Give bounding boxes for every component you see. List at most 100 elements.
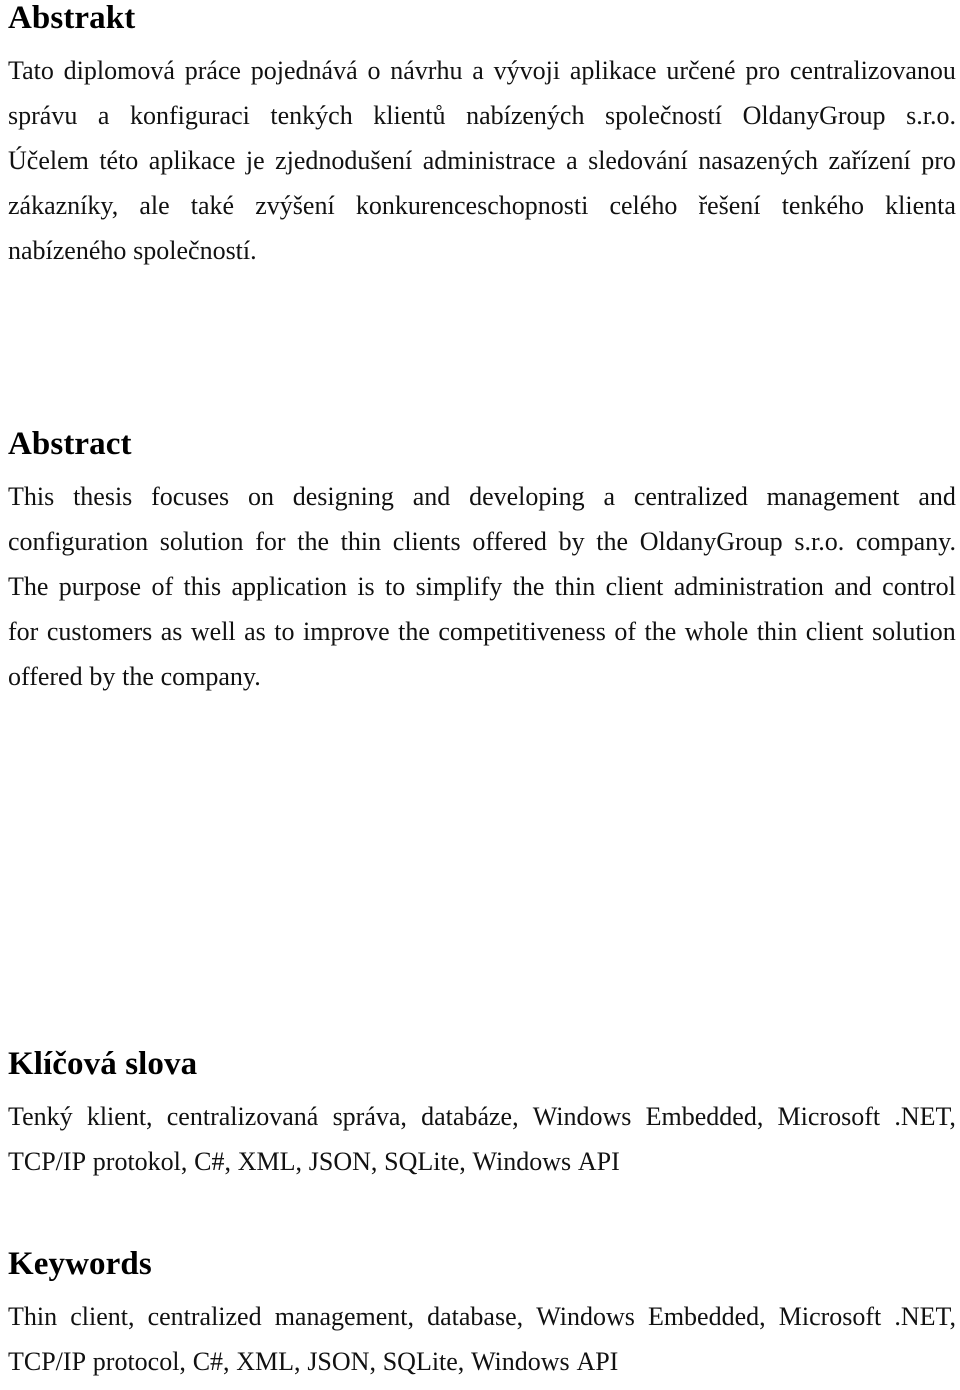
text-word: XML, bbox=[237, 1147, 303, 1176]
text-word: thesis bbox=[73, 482, 133, 511]
text-word: klient, bbox=[86, 1102, 153, 1131]
text-word: o bbox=[367, 56, 381, 85]
keywords-line: Thin client, centralized management, databas… bbox=[8, 1294, 956, 1339]
text-word: to bbox=[385, 572, 406, 601]
text-word: and bbox=[834, 572, 872, 601]
text-word: thin bbox=[340, 527, 382, 556]
text-word: the bbox=[297, 527, 329, 556]
text-word: správu bbox=[8, 101, 78, 130]
klicova-slova-heading: Klíčová slova bbox=[8, 1046, 198, 1082]
text-word: řešení bbox=[698, 191, 761, 220]
text-word: well bbox=[190, 617, 236, 646]
text-word: této bbox=[99, 146, 139, 175]
text-word: .NET, bbox=[894, 1302, 956, 1331]
keywords-list: Thin client, centralized management, databas… bbox=[8, 1294, 956, 1384]
text-word: of bbox=[151, 572, 174, 601]
text-word: and bbox=[918, 482, 956, 511]
text-word: aplikace bbox=[148, 146, 236, 175]
text-word: OldanyGroup bbox=[742, 101, 886, 130]
text-word: the bbox=[398, 617, 430, 646]
klicova-slova-line: Tenký klient, centralizovaná správa, databáz… bbox=[8, 1094, 956, 1139]
abstract-paragraph: This thesis focuses on designing and developin… bbox=[8, 474, 956, 699]
abstrakt-heading: Abstrakt bbox=[8, 0, 136, 36]
text-word: client bbox=[805, 617, 864, 646]
text-word: Windows bbox=[532, 1102, 632, 1131]
text-word: nabízeného bbox=[8, 236, 127, 265]
text-word: JSON, bbox=[308, 1147, 378, 1176]
keywords-heading: Keywords bbox=[8, 1246, 152, 1282]
text-word: nasazených bbox=[698, 146, 819, 175]
text-word: zařízení bbox=[828, 146, 911, 175]
abstract-heading: Abstract bbox=[8, 426, 132, 462]
text-word: společností. bbox=[133, 236, 257, 265]
text-word: database, bbox=[427, 1302, 524, 1331]
text-word: celého bbox=[609, 191, 678, 220]
text-word: určené bbox=[666, 56, 736, 85]
text-word: designing bbox=[292, 482, 394, 511]
text-word: for bbox=[8, 617, 39, 646]
text-word: a bbox=[472, 56, 484, 85]
text-word: Účelem bbox=[8, 146, 89, 175]
text-word: a bbox=[603, 482, 615, 511]
text-word: OldanyGroup bbox=[639, 527, 783, 556]
text-word: návrhu bbox=[390, 56, 463, 85]
text-word: management bbox=[766, 482, 900, 511]
text-word: application bbox=[231, 572, 347, 601]
text-word: the bbox=[122, 662, 154, 691]
text-word: focuses bbox=[151, 482, 230, 511]
text-word: zákazníky, bbox=[8, 191, 119, 220]
text-word: administrace bbox=[422, 146, 556, 175]
text-word: whole bbox=[684, 617, 749, 646]
text-word: Embedded, bbox=[645, 1102, 764, 1131]
text-word: by bbox=[89, 662, 116, 691]
text-word: customers bbox=[46, 617, 153, 646]
abstract-line: The purpose of this application is to simplify t… bbox=[8, 564, 956, 609]
text-word: ale bbox=[139, 191, 170, 220]
text-word: to bbox=[274, 617, 295, 646]
text-word: Tato bbox=[8, 56, 54, 85]
text-word: Windows bbox=[472, 1147, 572, 1176]
text-word: client, bbox=[70, 1302, 135, 1331]
abstract-line: offered by the company. bbox=[8, 654, 956, 699]
text-word: Windows bbox=[471, 1347, 570, 1376]
text-word: vývoji bbox=[493, 56, 561, 85]
text-word: C#, bbox=[194, 1147, 231, 1176]
text-word: a bbox=[97, 101, 110, 130]
text-word: .NET, bbox=[894, 1102, 956, 1131]
text-word: Thin bbox=[8, 1302, 58, 1331]
text-word: API bbox=[576, 1347, 619, 1376]
text-word: Tenký bbox=[8, 1102, 73, 1131]
text-word: tenkého bbox=[781, 191, 864, 220]
text-word: také bbox=[190, 191, 235, 220]
text-word: pojednává bbox=[250, 56, 358, 85]
abstract-line: This thesis focuses on designing and developin… bbox=[8, 474, 956, 519]
text-word: the bbox=[596, 527, 629, 556]
abstract-line: configuration solution for the thin clients of… bbox=[8, 519, 956, 564]
text-word: XML, bbox=[236, 1347, 301, 1376]
text-word: management, bbox=[274, 1302, 415, 1331]
text-word: tenkých bbox=[270, 101, 353, 130]
text-word: configuration bbox=[8, 527, 149, 556]
text-word: centralized bbox=[633, 482, 748, 511]
text-word: C#, bbox=[192, 1347, 230, 1376]
text-word: purpose bbox=[58, 572, 142, 601]
text-word: Microsoft bbox=[777, 1102, 881, 1131]
text-word: konfiguraci bbox=[130, 101, 250, 130]
abstrakt-line: Účelem této aplikace je zjednodušení administ… bbox=[8, 138, 956, 183]
text-word: TCP/IP bbox=[8, 1347, 87, 1376]
text-word: improve bbox=[303, 617, 390, 646]
abstrakt-line: správu a konfiguraci tenkých klientů nabízený… bbox=[8, 93, 956, 138]
text-word: pro bbox=[745, 56, 781, 85]
text-word: je bbox=[245, 146, 265, 175]
text-word: for bbox=[255, 527, 286, 556]
text-word: This bbox=[8, 482, 55, 511]
text-word: zjednodušení bbox=[275, 146, 413, 175]
keywords-line: TCP/IP protocol, C#, XML, JSON, SQLite, Window… bbox=[8, 1339, 956, 1384]
text-word: databáze, bbox=[421, 1102, 519, 1131]
text-word: developing bbox=[469, 482, 585, 511]
text-word: on bbox=[247, 482, 274, 511]
text-word: The bbox=[8, 572, 49, 601]
text-word: client bbox=[605, 572, 664, 601]
text-word: of bbox=[614, 617, 637, 646]
text-word: competitiveness bbox=[438, 617, 606, 646]
